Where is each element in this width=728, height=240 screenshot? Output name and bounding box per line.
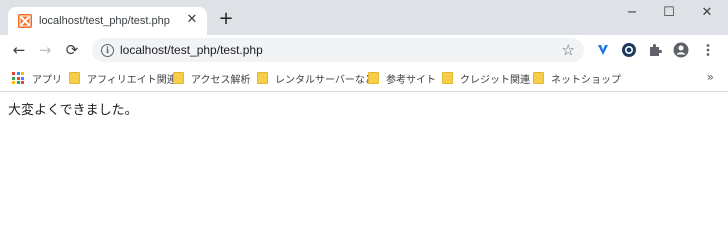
new-tab-button[interactable]: + [218, 10, 234, 28]
bookmark-label: 参考サイト [386, 74, 436, 86]
bookmark-label: ネットショップ [551, 74, 621, 86]
bookmark-apps-label: アプリ [32, 74, 62, 86]
page-message: 大変よくできました。 [8, 103, 138, 118]
bookmark-apps[interactable]: アプリ [12, 70, 62, 86]
folder-icon [533, 72, 544, 84]
apps-grid-icon [12, 72, 24, 84]
bookmark-label: レンタルサーバーなど [275, 74, 375, 86]
maximize-button[interactable]: ☐ [654, 4, 684, 22]
xampp-favicon-icon [18, 14, 32, 28]
folder-icon [257, 72, 268, 84]
bookmark-folder-rental-server[interactable]: レンタルサーバーなど [257, 70, 375, 86]
shield-extension-icon[interactable] [621, 42, 637, 58]
folder-icon [368, 72, 379, 84]
bookmark-label: アフィリエイト関連 [87, 74, 177, 86]
url-text[interactable]: localhost/test_php/test.php [120, 43, 263, 57]
bookmarks-bar: アプリ アフィリエイト関連 アクセス解析 レンタルサーバーなど 参考サイト クレ… [0, 65, 728, 92]
bookmark-folder-affiliate[interactable]: アフィリエイト関連 [69, 70, 177, 86]
site-info-icon[interactable]: i [101, 44, 114, 57]
folder-icon [442, 72, 453, 84]
menu-kebab-icon[interactable] [700, 42, 716, 58]
close-window-button[interactable]: ✕ [692, 4, 722, 22]
bookmark-label: クレジット関連 [460, 74, 530, 86]
bookmark-star-icon[interactable]: ☆ [562, 41, 575, 59]
minimize-button[interactable]: − [617, 4, 647, 22]
bookmark-folder-reference[interactable]: 参考サイト [368, 70, 436, 86]
puzzle-icon[interactable] [647, 42, 663, 58]
browser-tab[interactable]: localhost/test_php/test.php ✕ [8, 7, 207, 35]
folder-icon [69, 72, 80, 84]
reload-button[interactable]: ⟳ [63, 41, 81, 59]
tab-title: localhost/test_php/test.php [39, 15, 170, 27]
back-button[interactable]: ← [10, 41, 28, 59]
address-bar[interactable]: i localhost/test_php/test.php ☆ [92, 38, 584, 62]
v-extension-icon[interactable] [595, 42, 611, 58]
forward-button[interactable]: → [36, 41, 54, 59]
folder-icon [173, 72, 184, 84]
profile-icon[interactable] [673, 42, 689, 58]
bookmark-folder-netshop[interactable]: ネットショップ [533, 70, 621, 86]
toolbar: ← → ⟳ i localhost/test_php/test.php ☆ [0, 35, 728, 65]
title-bar: localhost/test_php/test.php ✕ + − ☐ ✕ [0, 0, 728, 35]
bookmark-folder-analytics[interactable]: アクセス解析 [173, 70, 251, 86]
bookmark-label: アクセス解析 [191, 74, 251, 86]
bookmark-folder-credit[interactable]: クレジット関連 [442, 70, 530, 86]
more-bookmarks-chevron-icon[interactable]: » [707, 70, 714, 84]
tab-close-icon[interactable]: ✕ [185, 13, 199, 27]
